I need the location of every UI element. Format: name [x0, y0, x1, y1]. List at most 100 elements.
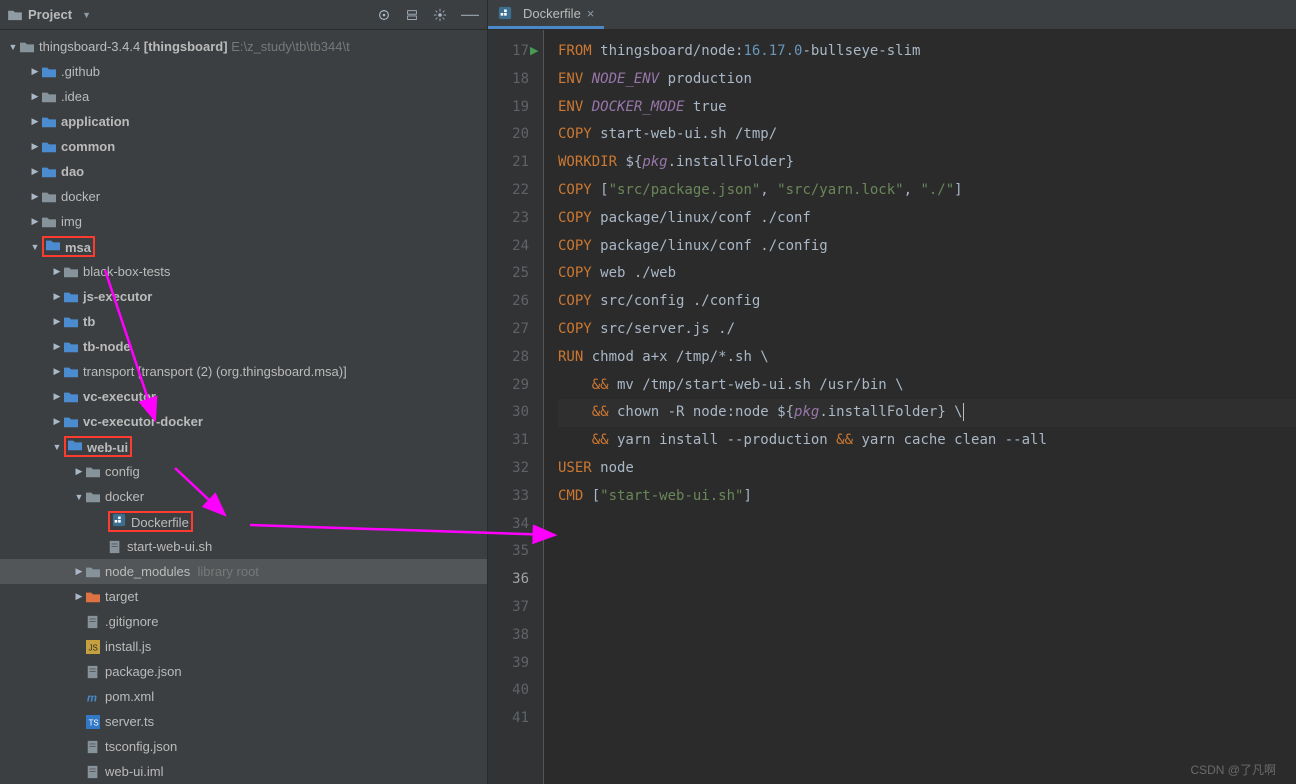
- line-number: 38: [488, 622, 529, 650]
- expand-icon[interactable]: ▶: [28, 91, 42, 102]
- tab-dockerfile[interactable]: Dockerfile ×: [488, 0, 604, 29]
- tree-item-tb-node[interactable]: ▶ tb-node: [0, 334, 487, 359]
- line-number: 19: [488, 94, 529, 122]
- line-number: 22: [488, 177, 529, 205]
- tree-item--github[interactable]: ▶ .github: [0, 59, 487, 84]
- code-line-28: COPY package/linux/conf ./conf: [558, 205, 1296, 233]
- line-number: 37: [488, 594, 529, 622]
- tree-item-web-ui-iml[interactable]: web-ui.iml: [0, 759, 487, 784]
- tree-root[interactable]: ▼ thingsboard-3.4.4 [thingsboard] E:\z_s…: [0, 34, 487, 59]
- line-number: 21: [488, 149, 529, 177]
- code-line-20: ENV DOCKER_MODE true: [558, 94, 1296, 122]
- code-line-30: COPY web ./web: [558, 260, 1296, 288]
- tree-item-config[interactable]: ▶ config: [0, 459, 487, 484]
- project-header: Project ▼ —: [0, 0, 487, 30]
- svg-text:JS: JS: [89, 643, 98, 652]
- line-number: 27: [488, 316, 529, 344]
- tree-item-server-ts[interactable]: TSserver.ts: [0, 709, 487, 734]
- line-number: 34: [488, 511, 529, 539]
- expand-icon[interactable]: ▼: [72, 492, 86, 502]
- line-number: 32: [488, 455, 529, 483]
- tree-item-pom-xml[interactable]: mpom.xml: [0, 684, 487, 709]
- expand-icon[interactable]: ▶: [28, 191, 42, 202]
- svg-text:TS: TS: [89, 718, 99, 727]
- editor-body[interactable]: 1718192021222324252627282930313233343536…: [488, 30, 1296, 784]
- tree-item-application[interactable]: ▶ application: [0, 109, 487, 134]
- tree-item--gitignore[interactable]: .gitignore: [0, 609, 487, 634]
- expand-icon[interactable]: ▶: [50, 391, 64, 402]
- line-number: 30: [488, 399, 529, 427]
- expand-icon[interactable]: ▶: [72, 466, 86, 477]
- line-number: 36: [488, 566, 529, 594]
- line-number: 17: [488, 38, 529, 66]
- code-line-36: && chown -R node:node ${pkg.installFolde…: [558, 399, 1296, 427]
- code-line-41: CMD ["start-web-ui.sh"]: [558, 483, 1296, 511]
- tree-item-vc-executor[interactable]: ▶ vc-executor: [0, 384, 487, 409]
- tree-item--idea[interactable]: ▶ .idea: [0, 84, 487, 109]
- line-number: 41: [488, 705, 529, 733]
- tree-item-tb[interactable]: ▶ tb: [0, 309, 487, 334]
- code-line-31: COPY src/config ./config: [558, 288, 1296, 316]
- locate-icon[interactable]: [377, 8, 391, 22]
- expand-icon[interactable]: ▼: [28, 242, 42, 252]
- expand-icon[interactable]: ▶: [72, 566, 86, 577]
- expand-icon[interactable]: ▶: [50, 266, 64, 277]
- code-line-19: ENV NODE_ENV production: [558, 66, 1296, 94]
- project-label[interactable]: Project ▼: [8, 7, 91, 22]
- expand-icon[interactable]: ▶: [28, 116, 42, 127]
- expand-icon[interactable]: ▶: [28, 141, 42, 152]
- tree-item-vc-executor-docker[interactable]: ▶ vc-executor-docker: [0, 409, 487, 434]
- hide-icon[interactable]: —: [461, 4, 479, 25]
- tree-item-dao[interactable]: ▶ dao: [0, 159, 487, 184]
- line-number: 29: [488, 372, 529, 400]
- project-tree[interactable]: ▼ thingsboard-3.4.4 [thingsboard] E:\z_s…: [0, 30, 487, 784]
- line-number: 33: [488, 483, 529, 511]
- expand-icon[interactable]: ▶: [50, 416, 64, 427]
- tree-item-black-box-tests[interactable]: ▶ black-box-tests: [0, 259, 487, 284]
- expand-icon[interactable]: ▶: [50, 341, 64, 352]
- chevron-down-icon: ▼: [82, 10, 91, 20]
- expand-icon[interactable]: ▶: [50, 366, 64, 377]
- code-line-39: USER node: [558, 455, 1296, 483]
- code-line-26: COPY ["src/package.json", "src/yarn.lock…: [558, 177, 1296, 205]
- tree-item-common[interactable]: ▶ common: [0, 134, 487, 159]
- tree-item-transport[interactable]: ▶ transport [transport (2) (org.thingsbo…: [0, 359, 487, 384]
- close-icon[interactable]: ×: [587, 6, 595, 21]
- code-area[interactable]: FROM thingsboard/node:16.17.0-bullseye-s…: [544, 30, 1296, 784]
- code-line-17: FROM thingsboard/node:16.17.0-bullseye-s…: [558, 38, 1296, 66]
- code-line-37: && yarn install --production && yarn cac…: [558, 427, 1296, 455]
- gear-icon[interactable]: [433, 8, 447, 22]
- tree-item-tsconfig-json[interactable]: tsconfig.json: [0, 734, 487, 759]
- expand-icon[interactable]: ▶: [50, 316, 64, 327]
- expand-icon[interactable]: ▼: [50, 442, 64, 452]
- tree-item-package-json[interactable]: package.json: [0, 659, 487, 684]
- tree-item-start-web-ui-sh[interactable]: start-web-ui.sh: [0, 534, 487, 559]
- expand-icon[interactable]: ▶: [28, 66, 42, 77]
- expand-icon[interactable]: ▶: [28, 216, 42, 227]
- line-number: 26: [488, 288, 529, 316]
- tree-item-js-executor[interactable]: ▶ js-executor: [0, 284, 487, 309]
- tree-item-docker[interactable]: ▼ docker: [0, 484, 487, 509]
- tree-item-target[interactable]: ▶ target: [0, 584, 487, 609]
- tree-item-msa[interactable]: ▼ msa: [0, 234, 487, 259]
- expand-icon[interactable]: ▶: [50, 291, 64, 302]
- code-line-24: WORKDIR ${pkg.installFolder}: [558, 149, 1296, 177]
- line-number: 28: [488, 344, 529, 372]
- run-gutter-icon[interactable]: ▶: [530, 44, 538, 57]
- tree-item-install-js[interactable]: JSinstall.js: [0, 634, 487, 659]
- docker-icon: [498, 6, 512, 20]
- tree-item-node-modules[interactable]: ▶ node_modules library root: [0, 559, 487, 584]
- watermark: CSDN @了凡啊: [1190, 761, 1276, 778]
- collapse-icon[interactable]: [405, 8, 419, 22]
- tree-item-web-ui[interactable]: ▼ web-ui: [0, 434, 487, 459]
- project-title: Project: [28, 7, 72, 22]
- line-number: 31: [488, 427, 529, 455]
- code-line-32: COPY src/server.js ./: [558, 316, 1296, 344]
- tree-item-img[interactable]: ▶ img: [0, 209, 487, 234]
- expand-icon[interactable]: ▶: [28, 166, 42, 177]
- project-icon: [8, 9, 22, 21]
- expand-icon[interactable]: ▶: [72, 591, 86, 602]
- code-line-29: COPY package/linux/conf ./config: [558, 233, 1296, 261]
- tree-item-docker[interactable]: ▶ docker: [0, 184, 487, 209]
- tree-item-dockerfile[interactable]: Dockerfile: [0, 509, 487, 534]
